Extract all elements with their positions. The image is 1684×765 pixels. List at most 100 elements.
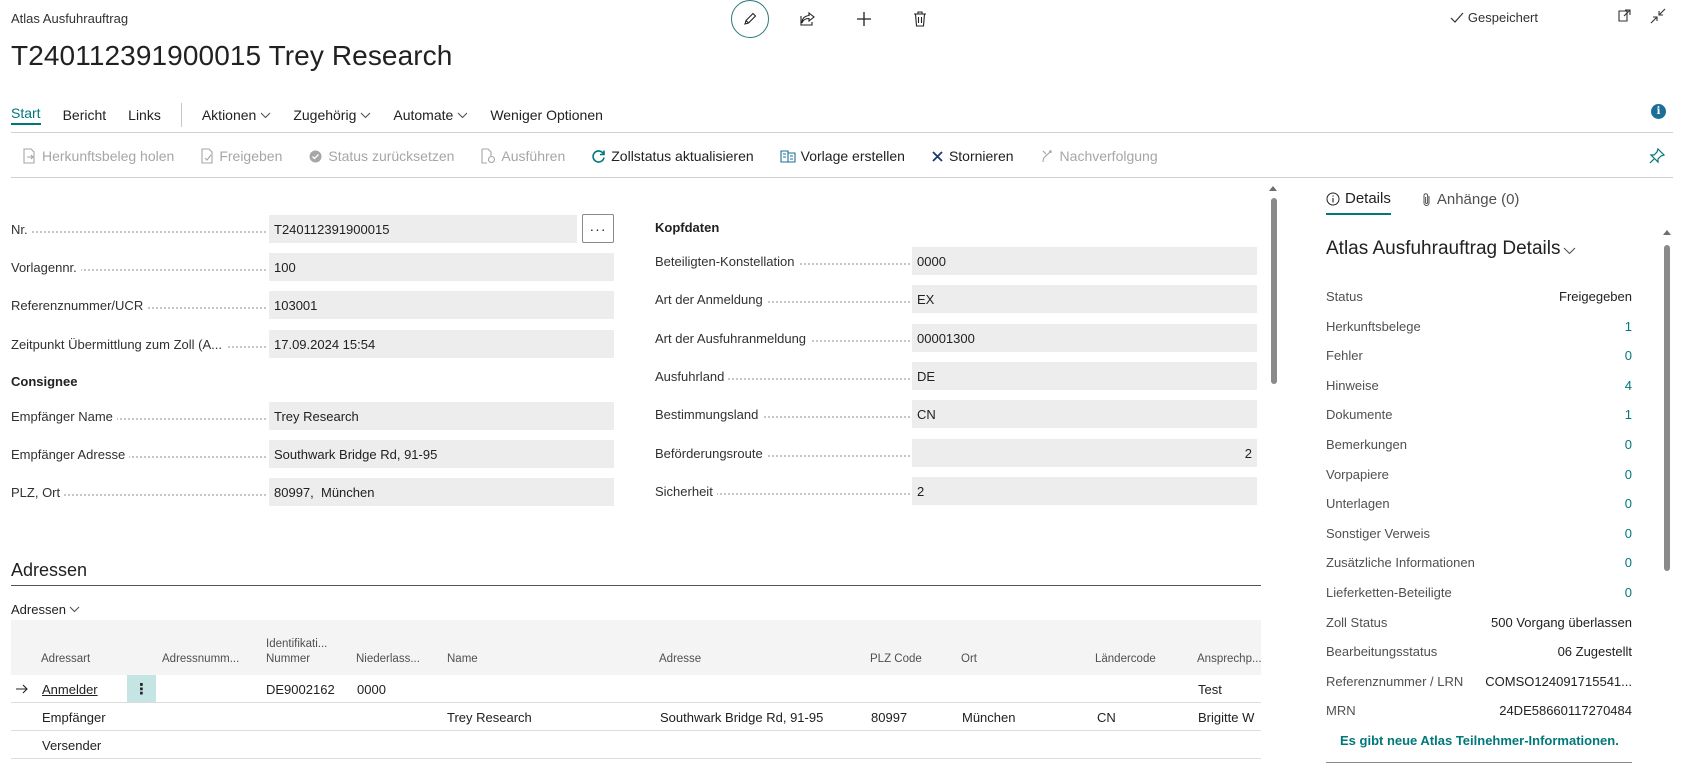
cell-ansprechpartner[interactable]: Test — [1198, 682, 1222, 697]
vorlagennr-field[interactable]: 100 — [269, 253, 614, 281]
menu-automate[interactable]: Automate — [393, 107, 468, 123]
factbox-key: Herkunftsbelege — [1326, 319, 1421, 334]
new-button[interactable] — [853, 8, 875, 30]
main-scrollbar-thumb[interactable] — [1271, 198, 1277, 384]
bestimmungsland-field[interactable]: CN — [912, 400, 1257, 428]
freigeben-button[interactable]: Freigeben — [200, 148, 282, 164]
plz-ort-field[interactable]: 80997, München — [269, 478, 614, 506]
tab-anhaenge[interactable]: Anhänge (0) — [1421, 191, 1519, 214]
share-icon — [800, 11, 815, 26]
table-row[interactable]: Versender — [11, 731, 1261, 759]
open-new-window-icon[interactable] — [1616, 8, 1632, 24]
zollstatus-aktualisieren-button[interactable]: Zollstatus aktualisieren — [591, 148, 754, 164]
factbox-value[interactable]: 1 — [1625, 407, 1632, 427]
factbox-row: Fehler 0 — [1326, 348, 1632, 368]
factbox-value[interactable]: 0 — [1625, 467, 1632, 487]
col-ort[interactable]: Ort — [961, 652, 977, 667]
edit-button[interactable] — [731, 0, 769, 38]
divider — [11, 132, 1673, 133]
factbox-value[interactable]: 0 — [1625, 348, 1632, 368]
beteiligten-field[interactable]: 0000 — [912, 247, 1257, 275]
empf-name-field[interactable]: Trey Research — [269, 402, 614, 430]
factbox-title[interactable]: Atlas Ausfuhrauftrag Details — [1326, 238, 1576, 260]
menu-zugehoerig[interactable]: Zugehörig — [293, 107, 371, 123]
row-actions-button[interactable]: ⋮ — [127, 675, 156, 702]
execute-icon — [481, 148, 496, 164]
col-adressnummer[interactable]: Adressnumm... — [162, 652, 239, 667]
freigeben-label: Freigeben — [219, 148, 283, 164]
delete-button[interactable] — [909, 8, 931, 30]
factbox-scrollbar-thumb[interactable] — [1664, 245, 1670, 571]
col-niederlassung[interactable]: Niederlass... — [356, 652, 420, 667]
factbox-value[interactable]: 4 — [1625, 378, 1632, 398]
menu-links[interactable]: Links — [128, 107, 161, 123]
collapse-icon[interactable] — [1650, 8, 1666, 24]
cell-adressart[interactable]: Anmelder — [42, 682, 98, 697]
menu-bericht[interactable]: Bericht — [63, 107, 107, 123]
cell-adressart[interactable]: Versender — [42, 738, 101, 753]
pin-icon[interactable] — [1648, 147, 1666, 165]
chevron-down-icon — [457, 112, 468, 118]
col-name[interactable]: Name — [447, 652, 478, 667]
factbox-row: Hinweise 4 — [1326, 378, 1632, 398]
action-menu: Start Bericht Links Aktionen Zugehörig A… — [11, 103, 625, 127]
factbox-key: Unterlagen — [1326, 496, 1390, 511]
share-button[interactable] — [797, 8, 819, 30]
factbox-key: Zusätzliche Informationen — [1326, 555, 1475, 570]
cell-name[interactable]: Trey Research — [447, 710, 532, 725]
scroll-up-arrow-icon[interactable] — [1662, 228, 1672, 236]
factbox-value[interactable]: 0 — [1625, 437, 1632, 457]
menu-less-options[interactable]: Weniger Optionen — [490, 107, 603, 123]
status-zuruecksetzen-button[interactable]: Status zurücksetzen — [308, 148, 454, 164]
col-plz[interactable]: PLZ Code — [870, 652, 922, 667]
cell-ansprechpartner[interactable]: Brigitte W — [1198, 710, 1261, 725]
adressen-heading[interactable]: Adressen — [11, 560, 87, 581]
cell-ident[interactable]: DE9002162 — [266, 682, 335, 697]
col-adresse[interactable]: Adresse — [659, 652, 701, 667]
col-identifikation-line1: Identifikati... — [266, 638, 328, 650]
referenz-field[interactable]: 103001 — [269, 291, 614, 319]
ausfuhrland-field[interactable]: DE — [912, 362, 1257, 390]
art-ausfuhr-field[interactable]: 00001300 — [912, 324, 1257, 352]
col-adressart[interactable]: Adressart — [41, 652, 90, 667]
assist-edit-button[interactable]: ··· — [582, 214, 614, 243]
vorlage-erstellen-button[interactable]: Vorlage erstellen — [780, 148, 905, 164]
menu-aktionen[interactable]: Aktionen — [202, 107, 271, 123]
empf-adresse-field[interactable]: Southwark Bridge Rd, 91-95 — [269, 440, 614, 468]
nachverfolgung-button[interactable]: Nachverfolgung — [1040, 148, 1158, 164]
factbox-value[interactable]: 0 — [1625, 585, 1632, 605]
atlas-info-link[interactable]: Es gibt neue Atlas Teilnehmer-Informatio… — [1340, 733, 1619, 748]
herkunftsbeleg-holen-button[interactable]: Herkunftsbeleg holen — [22, 148, 174, 164]
cell-niederlassung[interactable]: 0000 — [357, 682, 386, 697]
stornieren-button[interactable]: Stornieren — [931, 148, 1014, 164]
cell-ort[interactable]: München — [962, 710, 1015, 725]
factbox-row: Sonstiger Verweis 0 — [1326, 526, 1632, 546]
menu-start[interactable]: Start — [11, 105, 41, 125]
nr-field[interactable]: T240112391900015 — [269, 215, 577, 243]
ausfuehren-button[interactable]: Ausführen — [480, 148, 565, 164]
tracking-icon — [1041, 150, 1052, 163]
factbox-value[interactable]: 1 — [1625, 319, 1632, 339]
cell-adressart[interactable]: Empfänger — [42, 710, 106, 725]
info-icon[interactable]: i — [1651, 104, 1666, 119]
col-ansprechpartner[interactable]: Ansprechp... — [1197, 652, 1262, 667]
factbox-value[interactable]: 0 — [1625, 526, 1632, 546]
col-laendercode[interactable]: Ländercode — [1095, 652, 1156, 667]
factbox-value[interactable]: 0 — [1625, 555, 1632, 575]
menu-automate-label: Automate — [393, 107, 454, 123]
tab-details[interactable]: Details — [1326, 190, 1391, 215]
table-row[interactable]: Anmelder ⋮ DE9002162 0000 Test — [11, 675, 1261, 703]
table-row[interactable]: Empfänger Trey Research Southwark Bridge… — [11, 703, 1261, 731]
zeitpunkt-field[interactable]: 17.09.2024 15:54 — [269, 330, 614, 358]
factbox-value[interactable]: 0 — [1625, 496, 1632, 516]
art-anmeldung-field[interactable]: EX — [912, 285, 1257, 313]
adressen-subpage-menu[interactable]: Adressen — [11, 602, 80, 617]
befoerderung-field[interactable]: 2 — [912, 439, 1257, 467]
saved-status: Gespeichert — [1450, 10, 1538, 25]
cell-plz[interactable]: 80997 — [871, 710, 907, 725]
cell-laendercode[interactable]: CN — [1097, 710, 1116, 725]
cell-adresse[interactable]: Southwark Bridge Rd, 91-95 — [660, 710, 823, 725]
sicherheit-field[interactable]: 2 — [912, 477, 1257, 505]
scroll-up-arrow-icon[interactable] — [1268, 184, 1278, 192]
col-identifikation[interactable]: Identifikati... Nummer — [266, 637, 327, 667]
